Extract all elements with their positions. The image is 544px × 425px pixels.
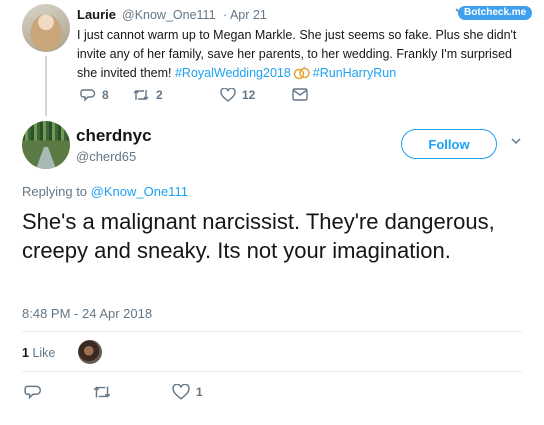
botcheck-badge[interactable]: Botcheck.me: [458, 6, 533, 20]
main-like-count: 1: [196, 385, 203, 399]
parent-reply-count: 8: [102, 88, 109, 102]
hashtag-royalwedding[interactable]: #RoyalWedding2018: [175, 66, 291, 80]
hashtag-runharryrun[interactable]: #RunHarryRun: [313, 66, 396, 80]
retweet-icon: [133, 90, 149, 100]
liker-avatar[interactable]: [78, 340, 102, 364]
parent-tweet-date[interactable]: · Apr 21: [223, 8, 267, 22]
parent-message-button[interactable]: [292, 88, 308, 101]
thread-line: [45, 56, 47, 116]
parent-author-handle[interactable]: @Know_One111: [122, 8, 216, 22]
heart-icon: [220, 88, 236, 102]
main-chevron-down-icon[interactable]: [510, 134, 522, 152]
main-avatar[interactable]: [22, 121, 70, 169]
likes-label: Like: [32, 346, 56, 360]
parent-retweet-button[interactable]: 2: [132, 88, 163, 102]
parent-reply-button[interactable]: 8: [80, 88, 109, 102]
likes-summary[interactable]: 1 Like: [22, 346, 55, 360]
divider: [22, 371, 522, 372]
parent-author-name[interactable]: Laurie: [77, 7, 116, 22]
main-author-handle[interactable]: @cherd65: [76, 149, 136, 164]
replying-to-prefix: Replying to: [22, 184, 91, 199]
parent-avatar[interactable]: [22, 4, 70, 52]
parent-retweet-count: 2: [156, 88, 163, 102]
replying-to: Replying to @Know_One111: [22, 184, 188, 199]
main-reply-button[interactable]: [24, 384, 42, 400]
avatar-path-shape: [36, 147, 56, 169]
reply-icon: [80, 89, 96, 102]
parent-tweet-text: I just cannot warm up to Megan Markle. S…: [77, 26, 517, 86]
heart-icon: [172, 384, 190, 400]
retweet-icon: [93, 386, 111, 398]
likes-count: 1: [22, 346, 29, 360]
reply-icon: [24, 385, 42, 400]
wedding-rings-icon: [293, 66, 311, 86]
replying-to-handle[interactable]: @Know_One111: [91, 184, 188, 199]
main-retweet-button[interactable]: [92, 384, 112, 400]
main-tweet-timestamp[interactable]: 8:48 PM - 24 Apr 2018: [22, 306, 152, 321]
follow-button[interactable]: Follow: [401, 129, 497, 159]
parent-like-button[interactable]: 12: [220, 88, 255, 102]
message-icon: [292, 88, 308, 101]
main-author-name[interactable]: cherdnyc: [76, 126, 152, 146]
divider: [22, 331, 522, 332]
parent-like-count: 12: [242, 88, 256, 102]
main-tweet-text: She's a malignant narcissist. They're da…: [22, 209, 495, 263]
main-like-button[interactable]: 1: [172, 384, 203, 400]
